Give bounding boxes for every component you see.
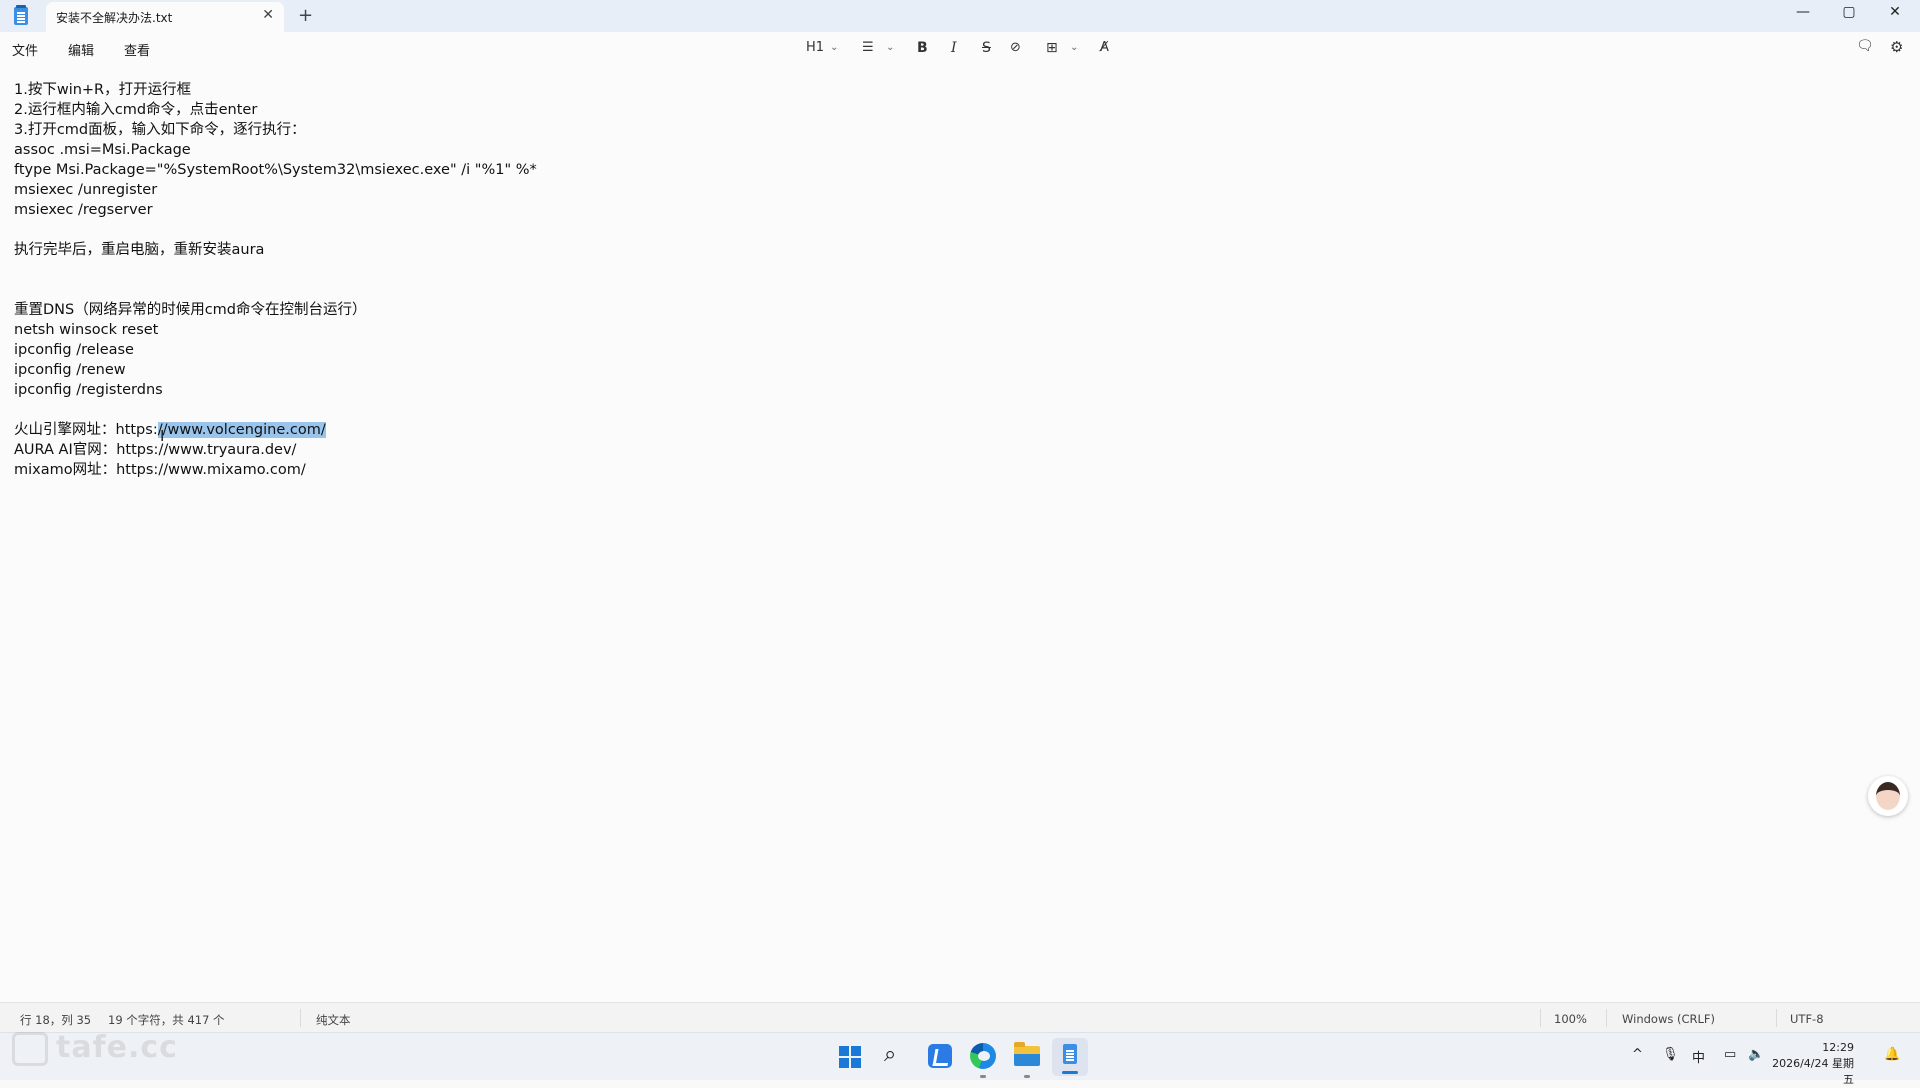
menu-bar: 文件 编辑 查看 H1 ⌄ ☰ ⌄ B I S ⊘ ⊞ ⌄ A̸ 🗨 ⚙ bbox=[0, 32, 1920, 64]
editor-line: assoc .msi=Msi.Package bbox=[14, 142, 191, 158]
editor-line: 2.运行框内输入cmd命令，点击enter bbox=[14, 102, 258, 118]
encoding[interactable]: UTF-8 bbox=[1790, 1012, 1824, 1026]
editor-line: ipconfig /renew bbox=[14, 362, 126, 378]
new-tab-button[interactable]: + bbox=[298, 5, 313, 26]
editor-line: msiexec /unregister bbox=[14, 182, 158, 198]
windows-start-icon[interactable] bbox=[839, 1046, 861, 1068]
avatar-face-icon bbox=[1876, 782, 1900, 810]
clock-date: 2026/4/24 星期五 bbox=[1772, 1057, 1854, 1086]
text-cursor-icon: I bbox=[160, 427, 165, 445]
tab-file[interactable]: 安装不全解决办法.txt ✕ bbox=[46, 2, 284, 32]
editor-line: netsh winsock reset bbox=[14, 322, 159, 338]
app-icon[interactable] bbox=[928, 1044, 952, 1068]
settings-gear-icon[interactable]: ⚙ bbox=[1890, 38, 1903, 56]
status-divider bbox=[300, 1009, 301, 1027]
copilot-icon[interactable]: 🗨 bbox=[1856, 38, 1874, 54]
italic-button[interactable]: I bbox=[951, 40, 957, 56]
active-indicator bbox=[1062, 1071, 1078, 1074]
notepad-icon bbox=[1063, 1044, 1077, 1064]
line-ending[interactable]: Windows (CRLF) bbox=[1622, 1012, 1715, 1026]
assistant-avatar[interactable] bbox=[1868, 776, 1908, 816]
minimize-button[interactable]: — bbox=[1788, 4, 1818, 20]
selected-text: //www.volcengine.com/ bbox=[157, 422, 326, 438]
line-text: 火山引擎网址：https: bbox=[14, 422, 158, 438]
clear-formatting-icon[interactable]: A̸ bbox=[1100, 40, 1109, 55]
bold-button[interactable]: B bbox=[917, 40, 928, 56]
clock-time: 12:29 bbox=[1822, 1041, 1854, 1054]
editor-line: mixamo网址：https://www.mixamo.com/ bbox=[14, 462, 306, 478]
input-method-icon[interactable]: 中 bbox=[1692, 1047, 1705, 1066]
watermark-text: tafe.cc bbox=[56, 1030, 178, 1065]
editor-line: ipconfig /registerdns bbox=[14, 382, 163, 398]
running-indicator bbox=[980, 1075, 986, 1078]
menu-view[interactable]: 查看 bbox=[124, 40, 150, 59]
network-icon[interactable]: ▭ bbox=[1724, 1047, 1736, 1062]
status-divider bbox=[1540, 1009, 1541, 1027]
status-bar: 行 18，列 35 19 个字符，共 417 个 纯文本 100% Window… bbox=[0, 1002, 1920, 1032]
maximize-button[interactable]: ▢ bbox=[1834, 4, 1864, 20]
cursor-position: 行 18，列 35 bbox=[20, 1013, 92, 1027]
editor-line: 3.打开cmd面板，输入如下命令，逐行执行： bbox=[14, 122, 306, 138]
volume-icon[interactable]: 🔈 bbox=[1748, 1047, 1764, 1062]
editor-line: msiexec /regserver bbox=[14, 202, 153, 218]
microphone-icon[interactable]: 🎙 bbox=[1662, 1047, 1679, 1062]
text-mode[interactable]: 纯文本 bbox=[316, 1012, 351, 1028]
file-explorer-icon[interactable] bbox=[1014, 1042, 1040, 1066]
notepad-taskbar-button[interactable] bbox=[1052, 1038, 1088, 1076]
link-icon[interactable]: ⊘ bbox=[1010, 40, 1021, 55]
character-count: 19 个字符，共 417 个 bbox=[108, 1013, 225, 1027]
list-chevron-icon[interactable]: ⌄ bbox=[886, 42, 894, 53]
table-chevron-icon[interactable]: ⌄ bbox=[1070, 42, 1078, 53]
status-divider bbox=[1606, 1009, 1607, 1027]
search-icon[interactable]: ⌕ bbox=[884, 1042, 896, 1067]
table-icon[interactable]: ⊞ bbox=[1046, 40, 1058, 56]
editor-line: ftype Msi.Package="%SystemRoot%\System32… bbox=[14, 162, 537, 178]
edge-browser-icon[interactable] bbox=[970, 1043, 996, 1069]
notification-bell-icon[interactable]: 🔔 bbox=[1884, 1047, 1900, 1062]
menu-file[interactable]: 文件 bbox=[12, 40, 38, 59]
status-divider bbox=[1776, 1009, 1777, 1027]
list-icon[interactable]: ☰ bbox=[862, 40, 874, 55]
watermark-logo-icon bbox=[12, 1032, 48, 1066]
editor-line: 1.按下win+R，打开运行框 bbox=[14, 82, 192, 98]
zoom-level[interactable]: 100% bbox=[1554, 1012, 1587, 1026]
text-editor[interactable]: 1.按下win+R，打开运行框 2.运行框内输入cmd命令，点击enter 3.… bbox=[0, 64, 1920, 1002]
editor-line: ipconfig /release bbox=[14, 342, 134, 358]
title-bar: 安装不全解决办法.txt ✕ + — ▢ ✕ bbox=[0, 0, 1920, 32]
tab-title: 安装不全解决办法.txt bbox=[56, 11, 173, 25]
running-indicator bbox=[1024, 1075, 1030, 1078]
strikethrough-button[interactable]: S bbox=[982, 40, 991, 56]
tab-close-icon[interactable]: ✕ bbox=[262, 7, 274, 23]
show-hidden-icons-chevron-icon[interactable]: ^ bbox=[1632, 1047, 1643, 1062]
system-clock[interactable]: 12:29 2026/4/24 星期五 bbox=[1770, 1040, 1854, 1088]
taskbar: ⌕ ^ 🎙 中 ▭ 🔈 12:29 2026/4/24 星期五 🔔 bbox=[0, 1032, 1920, 1086]
close-window-button[interactable]: ✕ bbox=[1880, 4, 1910, 20]
editor-line: 重置DNS（网络异常的时候用cmd命令在控制台运行） bbox=[14, 302, 367, 318]
notepad-app-icon bbox=[14, 5, 28, 25]
editor-line: AURA AI官网：https://www.tryaura.dev/ bbox=[14, 442, 297, 458]
heading-button[interactable]: H1 bbox=[806, 40, 824, 55]
editor-line: 执行完毕后，重启电脑，重新安装aura bbox=[14, 242, 265, 258]
heading-chevron-icon[interactable]: ⌄ bbox=[830, 42, 838, 53]
editor-line-selected: 火山引擎网址：https://www.volcengine.com/ bbox=[14, 420, 326, 440]
menu-edit[interactable]: 编辑 bbox=[68, 40, 94, 59]
notepad-window: 安装不全解决办法.txt ✕ + — ▢ ✕ 文件 编辑 查看 H1 ⌄ ☰ ⌄… bbox=[0, 0, 1920, 1032]
